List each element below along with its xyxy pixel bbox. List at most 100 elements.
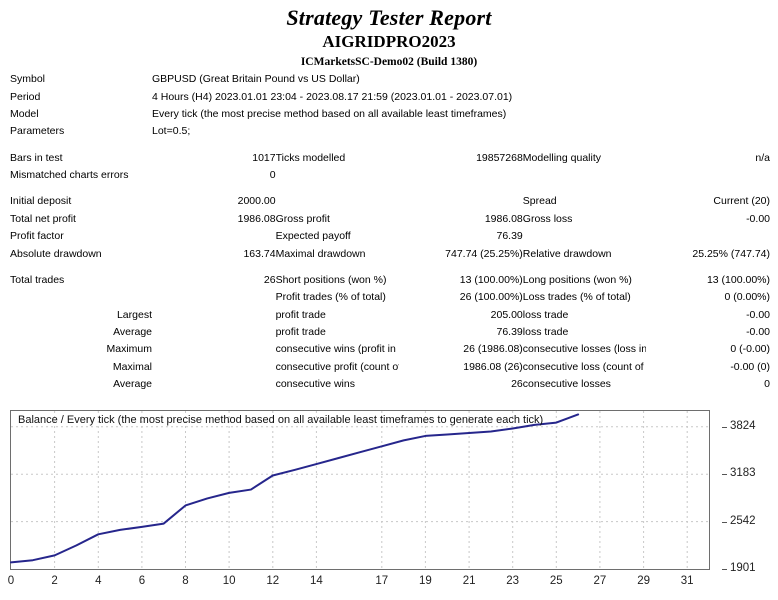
table-row-parameters: Parameters Lot=0.5; [10, 123, 770, 140]
bars-in-test-value: 1017 [252, 151, 276, 164]
balance-chart: Balance / Every tick (the most precise m… [7, 410, 768, 592]
largest-loss-trade-label: loss trade [522, 308, 569, 321]
equity-curve-svg [10, 411, 709, 569]
maximal-consecutive-loss-label: consecutive loss (count of losses) [522, 360, 647, 373]
y-tick-label: 3824 [730, 419, 756, 432]
expected-payoff-label: Expected payoff [275, 230, 351, 243]
chart-y-axis: 3824 3183 2542 1901 [722, 410, 778, 580]
symbol-value: GBPUSD (Great Britain Pound vs US Dollar… [152, 73, 360, 86]
maximal-consecutive-profit-label: consecutive profit (count of wins) [275, 360, 400, 373]
short-positions-label: Short positions (won %) [275, 273, 387, 286]
profit-trades-label: Profit trades (% of total) [275, 291, 386, 304]
bars-in-test-label: Bars in test [10, 151, 63, 164]
spacer [10, 184, 770, 193]
expected-payoff-value: 76.39 [496, 230, 523, 243]
table-row-average-consecutive: Average consecutive wins 26 consecutive … [10, 376, 770, 393]
gross-loss-label: Gross loss [522, 212, 573, 225]
spread-value: Current (20) [713, 195, 770, 208]
y-tick-mark [722, 474, 727, 476]
max-consecutive-losses-value: 0 (-0.00) [730, 343, 770, 356]
maximal-consecutive-profit-value: 1986.08 (26) [463, 360, 523, 373]
largest-profit-trade-value: 205.00 [490, 308, 523, 321]
x-tick-label: 0 [7, 575, 15, 587]
chart-x-axis: 0 2 4 6 8 10 12 14 17 19 21 23 25 27 29 31 [7, 573, 710, 591]
table-row-model: Model Every tick (the most precise metho… [10, 106, 770, 123]
y-tick-label: 2542 [730, 514, 756, 527]
x-tick-label: 27 [593, 575, 607, 587]
table-row-period: Period 4 Hours (H4) 2023.01.01 23:04 - 2… [10, 88, 770, 105]
max-consecutive-wins-value: 26 (1986.08) [463, 343, 523, 356]
table-row-symbol: Symbol GBPUSD (Great Britain Pound vs US… [10, 71, 770, 88]
short-positions-value: 13 (100.00%) [459, 273, 523, 286]
table-row-maximal: Maximal consecutive profit (count of win… [10, 359, 770, 376]
profit-factor-label: Profit factor [10, 230, 64, 243]
x-tick-label: 10 [222, 575, 236, 587]
maximal-consecutive-loss-value: -0.00 (0) [730, 360, 770, 373]
x-tick-label: 14 [309, 575, 323, 587]
spread-label: Spread [522, 195, 557, 208]
relative-drawdown-label: Relative drawdown [522, 247, 612, 260]
long-positions-value: 13 (100.00%) [706, 273, 770, 286]
table-row-largest: Largest profit trade 205.00 loss trade -… [10, 307, 770, 324]
largest-loss-trade-value: -0.00 [746, 308, 770, 321]
chart-legend-title: Balance / Every tick (the most precise m… [18, 414, 544, 426]
gross-profit-value: 1986.08 [484, 212, 523, 225]
average-profit-trade-value: 76.39 [496, 326, 523, 339]
average-label: Average [113, 326, 152, 339]
total-net-profit-value: 1986.08 [237, 212, 276, 225]
x-tick-label: 23 [506, 575, 520, 587]
y-tick-label: 3183 [730, 467, 756, 480]
profit-factor-value [152, 228, 276, 245]
profit-trades-value: 26 (100.00%) [459, 291, 523, 304]
maximal-drawdown-label: Maximal drawdown [275, 247, 366, 260]
broker-build: ICMarketsSC-Demo02 (Build 1380) [300, 56, 478, 68]
symbol-label: Symbol [10, 73, 46, 86]
x-tick-label: 8 [182, 575, 189, 587]
maximum-label: Maximum [106, 343, 152, 356]
table-row-total-trades: Total trades 26 Short positions (won %) … [10, 272, 770, 289]
gross-profit-label: Gross profit [275, 212, 330, 225]
total-trades-value: 26 [263, 273, 276, 286]
max-consecutive-wins-label: consecutive wins (profit in money) [275, 343, 400, 356]
total-trades-label: Total trades [10, 273, 65, 286]
report-statistics-table: Symbol GBPUSD (Great Britain Pound vs US… [10, 71, 770, 393]
table-row-initial-deposit: Initial deposit 2000.00 Spread Current (… [10, 193, 770, 210]
ticks-modelled-label: Ticks modelled [275, 151, 346, 164]
x-tick-label: 31 [680, 575, 694, 587]
maximal-label: Maximal [112, 360, 152, 373]
x-tick-label: 2 [51, 575, 58, 587]
x-tick-label: 29 [637, 575, 650, 587]
average-loss-trade-label: loss trade [522, 326, 569, 339]
x-tick-label: 17 [375, 575, 389, 587]
loss-trades-label: Loss trades (% of total) [522, 291, 631, 304]
parameters-value: Lot=0.5; [152, 125, 191, 138]
absolute-drawdown-value: 163.74 [243, 247, 276, 260]
spacer [10, 141, 770, 150]
initial-deposit-value: 2000.00 [237, 195, 276, 208]
max-consecutive-losses-label: consecutive losses (loss in money) [522, 343, 647, 356]
mismatched-errors-label: Mismatched charts errors [10, 169, 129, 182]
ea-name: AIGRIDPRO2023 [322, 32, 456, 51]
spacer [10, 263, 770, 272]
table-row-bars-in-test: Bars in test 1017 Ticks modelled 1985726… [10, 150, 770, 167]
average-loss-trade-value: -0.00 [746, 326, 770, 339]
gross-loss-value: -0.00 [746, 212, 770, 225]
model-value: Every tick (the most precise method base… [152, 107, 507, 120]
modelling-quality-value: n/a [755, 151, 770, 164]
modelling-quality-label: Modelling quality [522, 151, 601, 164]
table-row-total-net-profit: Total net profit 1986.08 Gross profit 19… [10, 211, 770, 228]
maximal-drawdown-value: 747.74 (25.25%) [445, 247, 523, 260]
table-row-maximum: Maximum consecutive wins (profit in mone… [10, 341, 770, 358]
y-tick-mark [722, 521, 727, 523]
x-tick-label: 4 [95, 575, 102, 587]
y-tick-mark [722, 569, 727, 570]
x-tick-label: 12 [266, 575, 280, 587]
average-profit-trade-label: profit trade [275, 326, 326, 339]
x-tick-label: 6 [138, 575, 146, 587]
x-tick-label: 25 [549, 575, 563, 587]
parameters-label: Parameters [10, 125, 65, 138]
avg-consecutive-wins-label: consecutive wins [275, 378, 355, 391]
avg-consecutive-wins-value: 26 [511, 378, 523, 391]
table-row-profit-factor: Profit factor Expected payoff 76.39 [10, 228, 770, 245]
largest-label: Largest [116, 308, 152, 321]
